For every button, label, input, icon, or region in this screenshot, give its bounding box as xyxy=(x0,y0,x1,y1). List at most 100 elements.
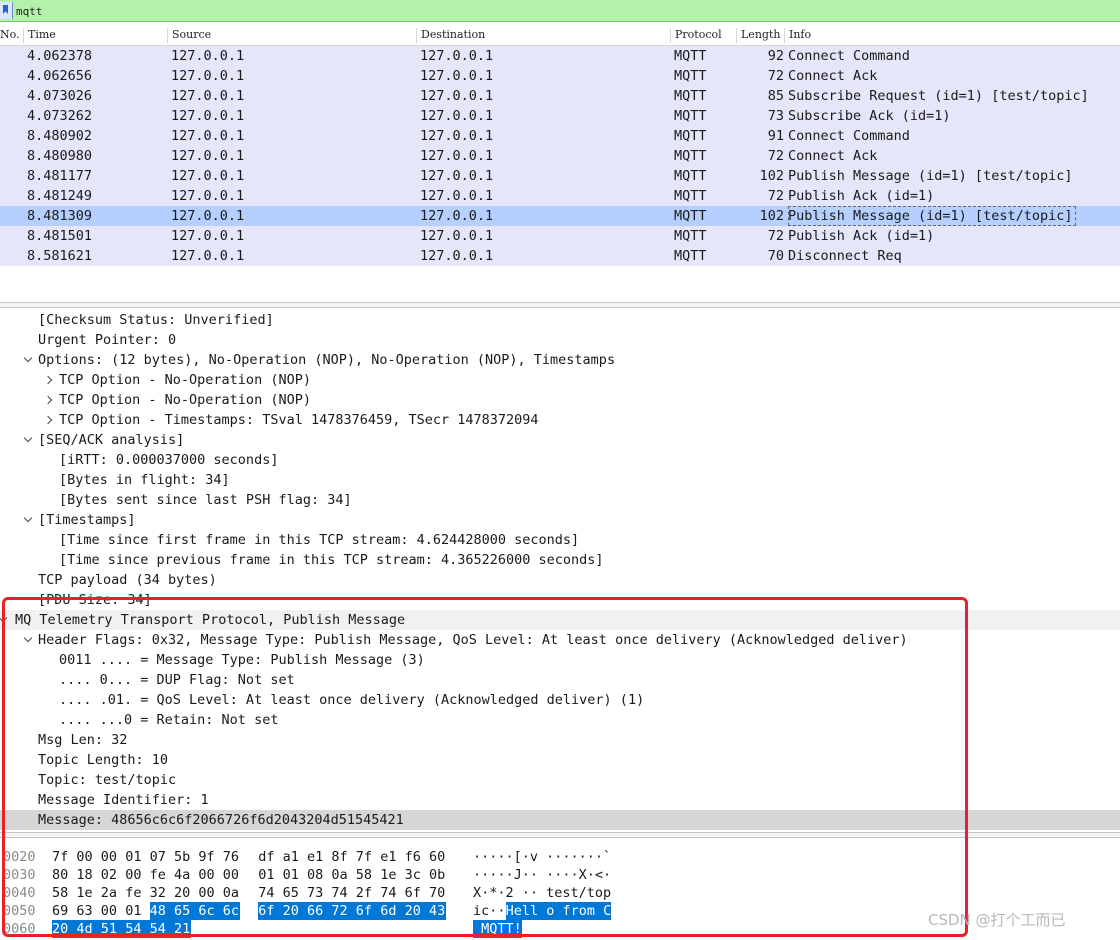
tree-item[interactable]: Message: 48656c6c6f2066726f6d2043204d515… xyxy=(0,810,1120,830)
chevron-down-icon[interactable] xyxy=(0,610,10,630)
chevron-down-icon[interactable] xyxy=(23,510,35,530)
packet-row[interactable]: 8.481501 127.0.0.1 127.0.0.1 MQTT 72 Publish … xyxy=(0,226,1120,246)
tree-item[interactable]: [PDU Size: 34] xyxy=(0,590,1120,610)
hex-byte[interactable]: 4a xyxy=(174,866,198,884)
hex-byte[interactable]: 3c xyxy=(405,866,429,884)
tree-item[interactable]: Header Flags: 0x32, Message Type: Publis… xyxy=(0,630,1120,650)
hex-byte[interactable]: 51 xyxy=(100,920,126,938)
hex-byte[interactable]: 63 xyxy=(76,902,100,920)
tree-item[interactable]: Topic Length: 10 xyxy=(0,750,1120,770)
column-header-source[interactable]: Source xyxy=(167,28,211,43)
hex-byte[interactable]: 6f xyxy=(405,884,429,902)
hex-byte[interactable]: 65 xyxy=(174,902,199,920)
hex-byte[interactable]: 20 xyxy=(52,920,77,938)
hex-byte[interactable]: 01 xyxy=(125,902,149,920)
hex-byte[interactable]: 65 xyxy=(283,884,307,902)
tree-item[interactable]: [Bytes sent since last PSH flag: 34] xyxy=(0,490,1120,510)
tree-item[interactable]: .... .01. = QoS Level: At least once del… xyxy=(0,690,1120,710)
packet-row[interactable]: 8.481309 127.0.0.1 127.0.0.1 MQTT 102 Publish… xyxy=(0,206,1120,226)
hex-byte[interactable]: 4d xyxy=(76,920,101,938)
chevron-down-icon[interactable] xyxy=(23,350,35,370)
hex-byte[interactable]: 0a xyxy=(223,884,240,902)
chevron-down-icon[interactable] xyxy=(23,430,35,450)
pane-splitter[interactable] xyxy=(0,302,1120,308)
packet-row[interactable]: 4.073026 127.0.0.1 127.0.0.1 MQTT 85 Subscrib… xyxy=(0,86,1120,106)
hex-byte[interactable]: 07 xyxy=(150,848,174,866)
hex-byte[interactable]: 74 xyxy=(380,884,404,902)
hex-byte[interactable]: 74 xyxy=(258,884,282,902)
hex-byte[interactable]: 32 xyxy=(150,884,174,902)
hex-ascii-highlight[interactable]: Hell o from C xyxy=(505,902,612,920)
hex-byte[interactable]: 2a xyxy=(101,884,125,902)
hex-byte[interactable]: 6f xyxy=(258,902,283,920)
chevron-right-icon[interactable] xyxy=(44,370,56,390)
packet-row[interactable]: 8.480980 127.0.0.1 127.0.0.1 MQTT 72 Connect … xyxy=(0,146,1120,166)
column-header-length[interactable]: Length xyxy=(736,28,780,43)
chevron-down-icon[interactable] xyxy=(23,630,35,650)
bookmark-icon[interactable] xyxy=(0,2,13,19)
hex-byte[interactable]: 00 xyxy=(198,866,222,884)
hex-ascii[interactable]: ·····J·· ····X·<· xyxy=(473,866,611,884)
hex-byte[interactable]: 5b xyxy=(174,848,198,866)
hex-byte[interactable]: 66 xyxy=(307,902,332,920)
tree-item[interactable]: [Time since previous frame in this TCP s… xyxy=(0,550,1120,570)
packet-row[interactable]: 4.062378 127.0.0.1 127.0.0.1 MQTT 92 Connect … xyxy=(0,46,1120,66)
hex-byte[interactable]: 60 xyxy=(429,848,446,866)
packet-row[interactable]: 8.581621 127.0.0.1 127.0.0.1 MQTT 70 Disconne… xyxy=(0,246,1120,266)
hex-byte[interactable]: 01 xyxy=(125,848,149,866)
tree-item[interactable]: [iRTT: 0.000037000 seconds] xyxy=(0,450,1120,470)
packet-row[interactable]: 8.481177 127.0.0.1 127.0.0.1 MQTT 102 Publish… xyxy=(0,166,1120,186)
packet-row[interactable]: 8.481249 127.0.0.1 127.0.0.1 MQTT 72 Publish … xyxy=(0,186,1120,206)
hex-byte[interactable]: 8f xyxy=(331,848,355,866)
tree-item[interactable]: [Timestamps] xyxy=(0,510,1120,530)
hex-byte[interactable]: 00 xyxy=(198,884,222,902)
hex-byte[interactable]: 00 xyxy=(101,848,125,866)
packet-row[interactable]: 4.073262 127.0.0.1 127.0.0.1 MQTT 73 Subscrib… xyxy=(0,106,1120,126)
tree-item[interactable]: .... 0... = DUP Flag: Not set xyxy=(0,670,1120,690)
hex-byte[interactable]: 00 xyxy=(223,866,240,884)
column-header-destination[interactable]: Destination xyxy=(416,28,485,43)
hex-byte[interactable]: 1e xyxy=(76,884,100,902)
hex-byte[interactable]: 73 xyxy=(307,884,331,902)
hex-byte[interactable]: 6d xyxy=(380,902,405,920)
hex-byte[interactable]: 80 xyxy=(52,866,76,884)
hex-byte[interactable]: 70 xyxy=(429,884,446,902)
hex-byte[interactable]: 76 xyxy=(223,848,240,866)
tree-item[interactable]: TCP Option - No-Operation (NOP) xyxy=(0,390,1120,410)
column-header-info[interactable]: Info xyxy=(784,28,811,43)
hex-byte[interactable]: df xyxy=(258,848,282,866)
chevron-right-icon[interactable] xyxy=(44,390,56,410)
tree-item[interactable]: [SEQ/ACK analysis] xyxy=(0,430,1120,450)
hex-byte[interactable]: 20 xyxy=(174,884,198,902)
hex-byte[interactable]: 02 xyxy=(101,866,125,884)
filter-input-value[interactable]: mqtt xyxy=(16,5,43,18)
tree-item[interactable]: TCP payload (34 bytes) xyxy=(0,570,1120,590)
column-header-protocol[interactable]: Protocol xyxy=(670,28,722,43)
hex-byte[interactable]: f6 xyxy=(405,848,429,866)
hex-byte[interactable]: 69 xyxy=(52,902,76,920)
tree-item[interactable]: [Time since first frame in this TCP stre… xyxy=(0,530,1120,550)
chevron-right-icon[interactable] xyxy=(44,410,56,430)
hex-byte[interactable]: 08 xyxy=(307,866,331,884)
packet-row[interactable]: 8.480902 127.0.0.1 127.0.0.1 MQTT 91 Connect … xyxy=(0,126,1120,146)
tree-item[interactable]: Msg Len: 32 xyxy=(0,730,1120,750)
tree-item[interactable]: 0011 .... = Message Type: Publish Messag… xyxy=(0,650,1120,670)
hex-byte[interactable]: 0a xyxy=(331,866,355,884)
hex-byte[interactable]: fe xyxy=(150,866,174,884)
hex-byte[interactable]: 54 xyxy=(149,920,174,938)
hex-byte[interactable]: e1 xyxy=(307,848,331,866)
hex-byte[interactable]: 7f xyxy=(52,848,76,866)
tree-item[interactable]: [Bytes in flight: 34] xyxy=(0,470,1120,490)
hex-byte[interactable]: 18 xyxy=(76,866,100,884)
hex-byte[interactable]: 9f xyxy=(198,848,222,866)
hex-byte[interactable]: 43 xyxy=(429,902,446,920)
hex-byte[interactable]: 6c xyxy=(198,902,223,920)
hex-byte[interactable]: fe xyxy=(125,884,149,902)
tree-item[interactable]: Urgent Pointer: 0 xyxy=(0,330,1120,350)
tree-item[interactable]: .... ...0 = Retain: Not set xyxy=(0,710,1120,730)
hex-byte[interactable]: 1e xyxy=(380,866,404,884)
hex-byte[interactable]: 6f xyxy=(355,902,381,920)
tree-item[interactable]: MQ Telemetry Transport Protocol, Publish… xyxy=(0,610,1120,630)
hex-byte[interactable]: 58 xyxy=(52,884,76,902)
tree-item[interactable]: TCP Option - No-Operation (NOP) xyxy=(0,370,1120,390)
